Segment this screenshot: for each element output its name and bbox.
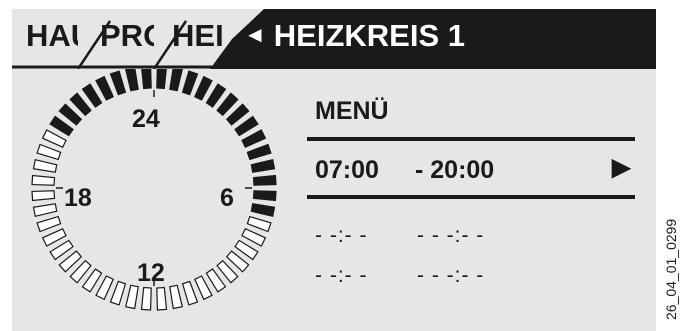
- clock-segment-filled: [252, 190, 277, 202]
- clock-segment-filled: [156, 69, 167, 90]
- divider: [307, 195, 635, 199]
- divider: [307, 137, 635, 141]
- clock-segment-filled: [241, 129, 267, 148]
- time-slot-selected[interactable]: 07:00 - 20:00 ▶: [307, 143, 637, 191]
- clock-label-24: 24: [132, 105, 160, 133]
- menu-title: MENÜ: [315, 97, 389, 125]
- display-screen: HAU PRO HEI ◄ HEIZKREIS 1 24 6 12 18 MENÜ…: [12, 9, 656, 331]
- clock-segment-empty: [246, 215, 272, 233]
- clock-segment-empty: [41, 228, 67, 247]
- clock-segment-empty: [31, 190, 56, 202]
- clock-segment-empty: [32, 203, 58, 218]
- tab-hauptmenu[interactable]: HAU: [26, 20, 78, 51]
- clock-label-12: 12: [137, 259, 165, 287]
- tab-bar: HAU PRO HEI ◄ HEIZKREIS 1: [12, 9, 656, 69]
- active-tab-title: HEIZKREIS 1: [273, 18, 465, 53]
- clock-segment-filled: [252, 174, 277, 186]
- time-slot-empty[interactable]: - -:- - - - -:- -: [307, 221, 637, 251]
- clock-segment-empty: [124, 284, 139, 310]
- clock-segment-filled: [250, 203, 276, 218]
- back-arrow-icon[interactable]: ◄: [244, 22, 266, 47]
- clock-segment-filled: [246, 143, 272, 161]
- clock-segment-empty: [109, 280, 127, 306]
- clock-segment-empty: [36, 215, 62, 233]
- clock-segment-filled: [125, 69, 139, 92]
- slot-start-time: - -:- -: [315, 264, 368, 287]
- arrow-right-icon: ▶: [612, 154, 631, 181]
- clock-segment-empty: [156, 286, 168, 311]
- clock-segment-empty: [32, 158, 58, 173]
- time-program-clock: 24 6 12 18: [12, 69, 302, 331]
- clock-segment-empty: [241, 228, 267, 247]
- tab-heizen[interactable]: HEI: [172, 20, 224, 51]
- clock-segment-filled: [95, 75, 114, 101]
- clock-segment-filled: [141, 69, 152, 90]
- clock-segment-filled: [250, 158, 276, 173]
- clock-segment-empty: [31, 174, 56, 186]
- slot-start-time: 07:00: [315, 156, 379, 184]
- time-slot-empty[interactable]: - -:- - - - -:- -: [307, 259, 637, 289]
- clock-segment-empty: [41, 129, 67, 148]
- clock-segment-filled: [181, 70, 199, 96]
- clock-segment-filled: [169, 69, 183, 92]
- clock-label-6: 6: [220, 184, 234, 212]
- clock-segment-filled: [109, 70, 127, 96]
- clock-segment-empty: [181, 280, 199, 306]
- clock-label-18: 18: [64, 184, 92, 212]
- clock-segment-empty: [140, 286, 152, 311]
- clock-segment-filled: [194, 75, 213, 101]
- clock-segment-empty: [95, 275, 114, 301]
- figure-code: 26_04_01_0299: [663, 218, 679, 320]
- clock-segment-empty: [169, 284, 184, 310]
- tab-heizkreis-1[interactable]: ◄ HEIZKREIS 1: [244, 20, 465, 51]
- slot-end-time: - - -:- -: [417, 224, 485, 247]
- clock-segment-empty: [194, 275, 213, 301]
- slot-end-time: - 20:00: [415, 156, 495, 184]
- clock-segment-empty: [36, 143, 62, 161]
- slot-start-time: - -:- -: [315, 224, 368, 247]
- slot-end-time: - - -:- -: [417, 264, 485, 287]
- tab-programme[interactable]: PRO: [100, 20, 154, 51]
